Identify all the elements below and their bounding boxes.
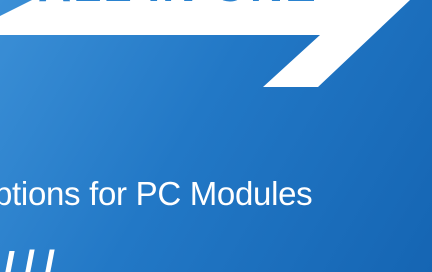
promo-banner: ALL IN ONE ptions for PC Modules I l l [0, 0, 432, 272]
headline-text: ALL IN ONE [38, 0, 318, 8]
subtitle-text: ptions for PC Modules [0, 175, 313, 212]
tagline-text: I l l [4, 243, 55, 272]
headline-clip: ALL IN ONE [0, 0, 432, 272]
